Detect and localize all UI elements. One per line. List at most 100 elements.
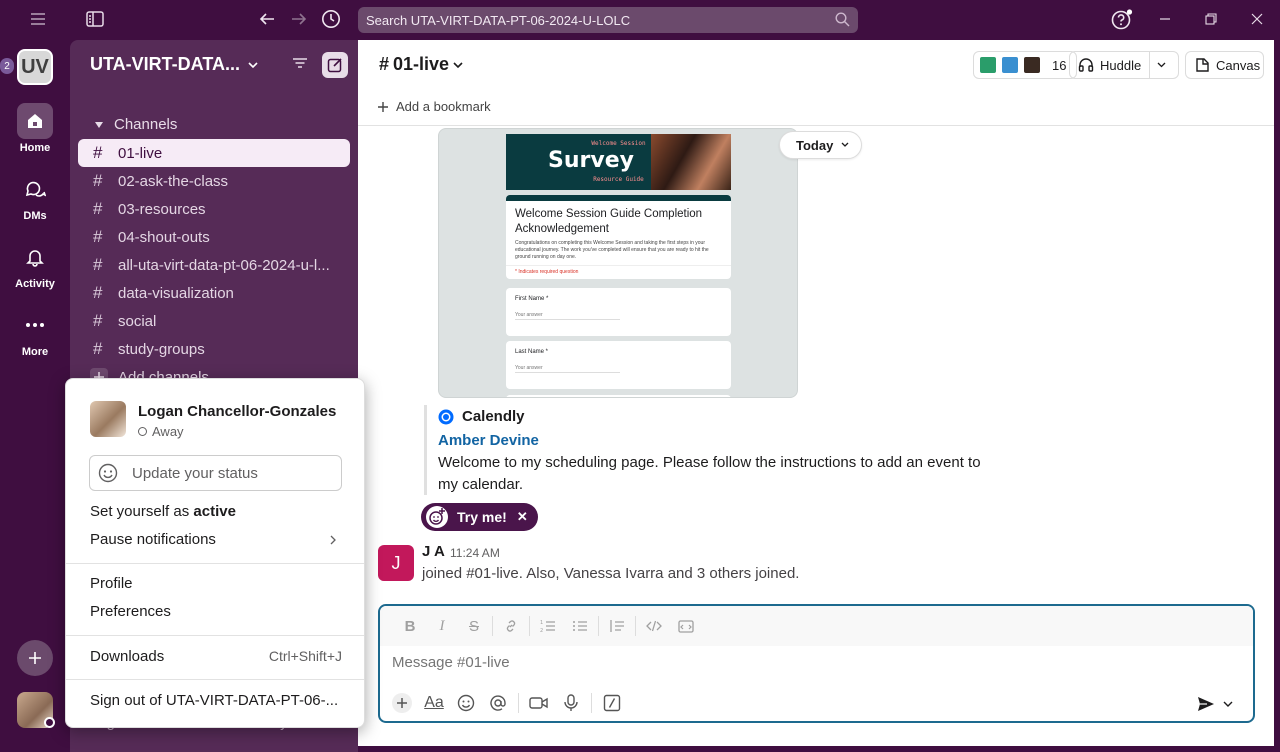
preferences-item[interactable]: Preferences	[90, 603, 342, 620]
canvas-button[interactable]: Canvas	[1185, 51, 1264, 79]
sidebar-toggle-icon[interactable]	[86, 11, 104, 27]
compose-button[interactable]	[322, 52, 348, 78]
presence-status: Away	[138, 424, 184, 439]
blockquote-icon[interactable]	[601, 612, 633, 640]
ordered-list-icon[interactable]: 12	[532, 612, 564, 640]
workspace-icon[interactable]: UV	[17, 49, 53, 85]
canvas-label: Canvas	[1216, 57, 1261, 73]
members-button[interactable]: 16	[973, 51, 1078, 79]
form-header-card: Welcome Session Guide Completion Acknowl…	[506, 195, 731, 279]
message-timestamp[interactable]: 11:24 AM	[450, 546, 500, 560]
set-active-bold: active	[193, 503, 236, 520]
channel-title-label: 01-live	[393, 54, 450, 74]
strikethrough-icon[interactable]: S	[458, 612, 490, 640]
code-block-icon[interactable]	[670, 612, 702, 640]
forward-arrow-icon[interactable]	[291, 11, 307, 27]
channel-title[interactable]: # 01-live	[379, 54, 463, 75]
emoji-icon[interactable]	[452, 689, 480, 717]
unfurl-author-link[interactable]: Amber Devine	[438, 432, 539, 449]
calendly-logo-icon	[438, 409, 454, 425]
sidebar-channel-04-shout-outs[interactable]: #04-shout-outs	[78, 223, 350, 251]
sidebar-channel-social[interactable]: # social	[78, 307, 350, 335]
banner-photo	[651, 134, 731, 190]
add-workspace-button[interactable]	[17, 640, 53, 676]
text-format-icon[interactable]: Aa	[420, 689, 448, 717]
channel-name: 02-ask-the-class	[118, 172, 229, 190]
chevron-down-icon[interactable]	[1214, 690, 1242, 718]
rail-dms[interactable]: DMs	[0, 171, 70, 222]
slash-command-icon[interactable]	[598, 689, 626, 717]
set-active-text: Set yourself as active	[90, 503, 236, 520]
message-avatar[interactable]: J	[378, 545, 414, 581]
rail-more-label: More	[21, 346, 49, 358]
sidebar-channel-study-groups[interactable]: # study-groups	[78, 335, 350, 363]
hash-icon: #	[93, 255, 103, 274]
back-arrow-icon[interactable]	[259, 11, 275, 27]
channels-header-label: Channels	[114, 116, 178, 133]
user-menu-popover: Logan Chancellor-Gonzales Away Update yo…	[65, 378, 365, 728]
code-icon[interactable]	[638, 612, 670, 640]
add-bookmark-label: Add a bookmark	[396, 99, 491, 114]
home-icon	[17, 103, 53, 139]
filter-icon[interactable]	[292, 56, 308, 70]
bulleted-list-icon[interactable]	[564, 612, 596, 640]
bold-icon[interactable]: B	[394, 612, 426, 640]
restore-window-icon[interactable]	[1205, 13, 1217, 25]
mention-icon[interactable]	[484, 689, 512, 717]
try-me-button[interactable]: Try me! ✕	[421, 503, 538, 531]
rail-more[interactable]: More	[0, 307, 70, 358]
set-active-item[interactable]: Set yourself as active	[90, 503, 342, 520]
close-window-icon[interactable]	[1251, 13, 1263, 25]
help-icon[interactable]	[1111, 9, 1133, 31]
sidebar-channel-01-live[interactable]: #01-live	[78, 139, 350, 167]
profile-item[interactable]: Profile	[90, 575, 342, 592]
downloads-item[interactable]: Downloads Ctrl+Shift+J	[90, 648, 342, 665]
link-icon[interactable]	[495, 612, 527, 640]
date-divider-button[interactable]: Today	[779, 131, 863, 159]
video-icon[interactable]	[525, 689, 553, 717]
sidebar-channel-all[interactable]: # all-uta-virt-data-pt-06-2024-u-l...	[78, 251, 350, 279]
toolbar-divider	[635, 616, 636, 636]
minimize-icon[interactable]	[1159, 12, 1171, 26]
form-preview-image[interactable]: Welcome Session Survey Resource Guide We…	[438, 128, 798, 398]
attach-plus-icon[interactable]	[388, 689, 416, 717]
sidebar-channel-02-ask-the-class[interactable]: #02-ask-the-class	[78, 167, 350, 195]
hamburger-menu-icon[interactable]	[31, 13, 45, 25]
history-clock-icon[interactable]	[321, 9, 341, 29]
add-bookmark-button[interactable]: Add a bookmark	[378, 99, 491, 114]
chevron-down-icon	[453, 61, 463, 69]
formatting-toolbar: B I S 12	[380, 606, 1253, 646]
italic-icon[interactable]: I	[426, 612, 458, 640]
update-status-field[interactable]: Update your status	[89, 455, 342, 491]
unfurl-app-name: Calendly	[462, 408, 525, 425]
popover-avatar	[90, 401, 126, 437]
message-author[interactable]: J A	[422, 543, 445, 560]
member-avatar	[1022, 55, 1042, 75]
rail-home[interactable]: Home	[0, 103, 70, 154]
search-bar[interactable]: Search UTA-VIRT-DATA-PT-06-2024-U-LOLC	[358, 7, 858, 33]
hash-icon: #	[93, 171, 103, 190]
channel-name: study-groups	[118, 340, 205, 358]
workspace-name[interactable]: UTA-VIRT-DATA...	[90, 54, 258, 75]
form-banner: Welcome Session Survey Resource Guide	[506, 134, 731, 190]
banner-title: Survey	[548, 148, 634, 173]
pause-notifications-item[interactable]: Pause notifications	[90, 531, 342, 548]
microphone-icon[interactable]	[557, 689, 585, 717]
question-answer: Your answer	[515, 312, 620, 320]
sidebar-channel-data-visualization[interactable]: # data-visualization	[78, 279, 350, 307]
toolbar-divider	[518, 693, 519, 713]
question-answer: Your answer	[515, 365, 620, 373]
channels-section-header[interactable]: Channels	[94, 116, 177, 133]
sidebar-channel-03-resources[interactable]: #03-resources	[78, 195, 350, 223]
huddle-button[interactable]: Huddle	[1069, 51, 1179, 79]
close-icon[interactable]: ✕	[517, 509, 528, 525]
message-input[interactable]	[392, 654, 1172, 671]
toolbar-divider	[529, 616, 530, 636]
compose-icon	[327, 57, 343, 73]
chevron-down-icon[interactable]	[1150, 62, 1173, 68]
rail-activity[interactable]: Activity	[0, 239, 70, 290]
preferences-label: Preferences	[90, 603, 171, 620]
hash-icon: #	[93, 227, 103, 246]
sign-out-item[interactable]: Sign out of UTA-VIRT-DATA-PT-06-...	[90, 692, 342, 709]
huddle-start[interactable]: Huddle	[1070, 52, 1151, 78]
